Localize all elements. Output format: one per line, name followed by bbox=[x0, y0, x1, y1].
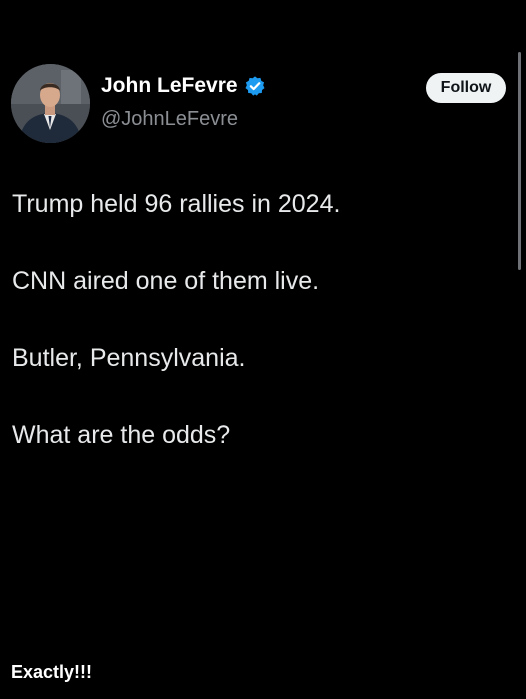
author-handle[interactable]: @JohnLeFevre bbox=[101, 108, 238, 131]
tweet-card: John LeFevre @JohnLeFevre Follow Trump h… bbox=[0, 0, 526, 699]
scrollbar[interactable] bbox=[518, 52, 521, 270]
author-name-row: John LeFevre bbox=[101, 74, 266, 98]
follow-button[interactable]: Follow bbox=[426, 73, 506, 103]
author-display-name[interactable]: John LeFevre bbox=[101, 74, 238, 98]
tweet-text: Trump held 96 rallies in 2024. CNN aired… bbox=[12, 188, 492, 496]
tweet-line: Trump held 96 rallies in 2024. bbox=[12, 190, 341, 218]
verified-badge-icon bbox=[244, 75, 266, 97]
tweet-line: What are the odds? bbox=[12, 421, 231, 449]
profile-photo-icon bbox=[11, 64, 90, 143]
tweet-line: CNN aired one of them live. bbox=[12, 267, 320, 295]
tweet-line: Butler, Pennsylvania. bbox=[12, 344, 246, 372]
caption-text: Exactly!!! bbox=[11, 662, 93, 682]
avatar[interactable] bbox=[11, 64, 90, 143]
